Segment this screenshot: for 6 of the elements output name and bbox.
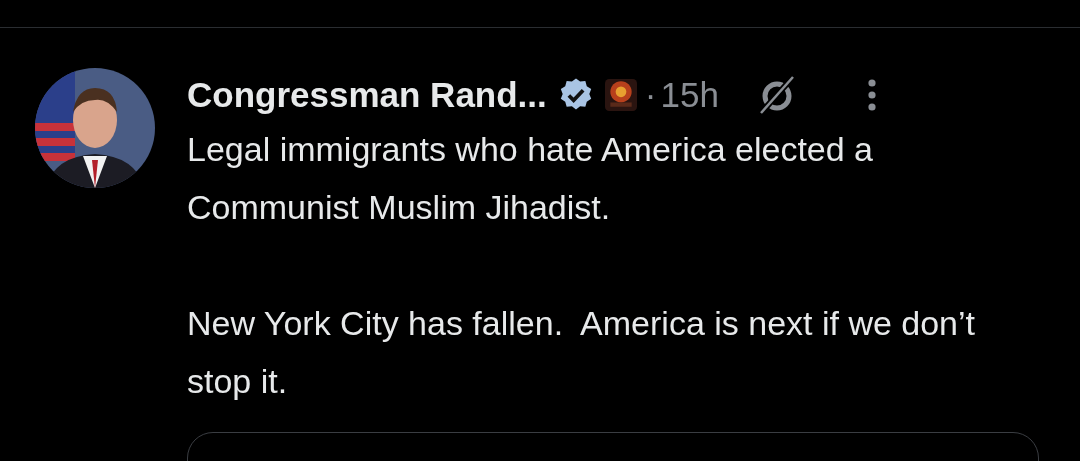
post-text: Legal immigrants who hate America elected a Communist Muslim Jihadist.	[187, 129, 875, 228]
more-options-icon[interactable]	[866, 78, 877, 112]
post-text: New York City has fallen. America is next if we don’t stop it.	[187, 303, 977, 402]
separator-dot: ·	[644, 75, 657, 115]
author-name[interactable]: Congressman Rand...	[187, 75, 547, 115]
post-time[interactable]: 15h	[660, 75, 719, 115]
